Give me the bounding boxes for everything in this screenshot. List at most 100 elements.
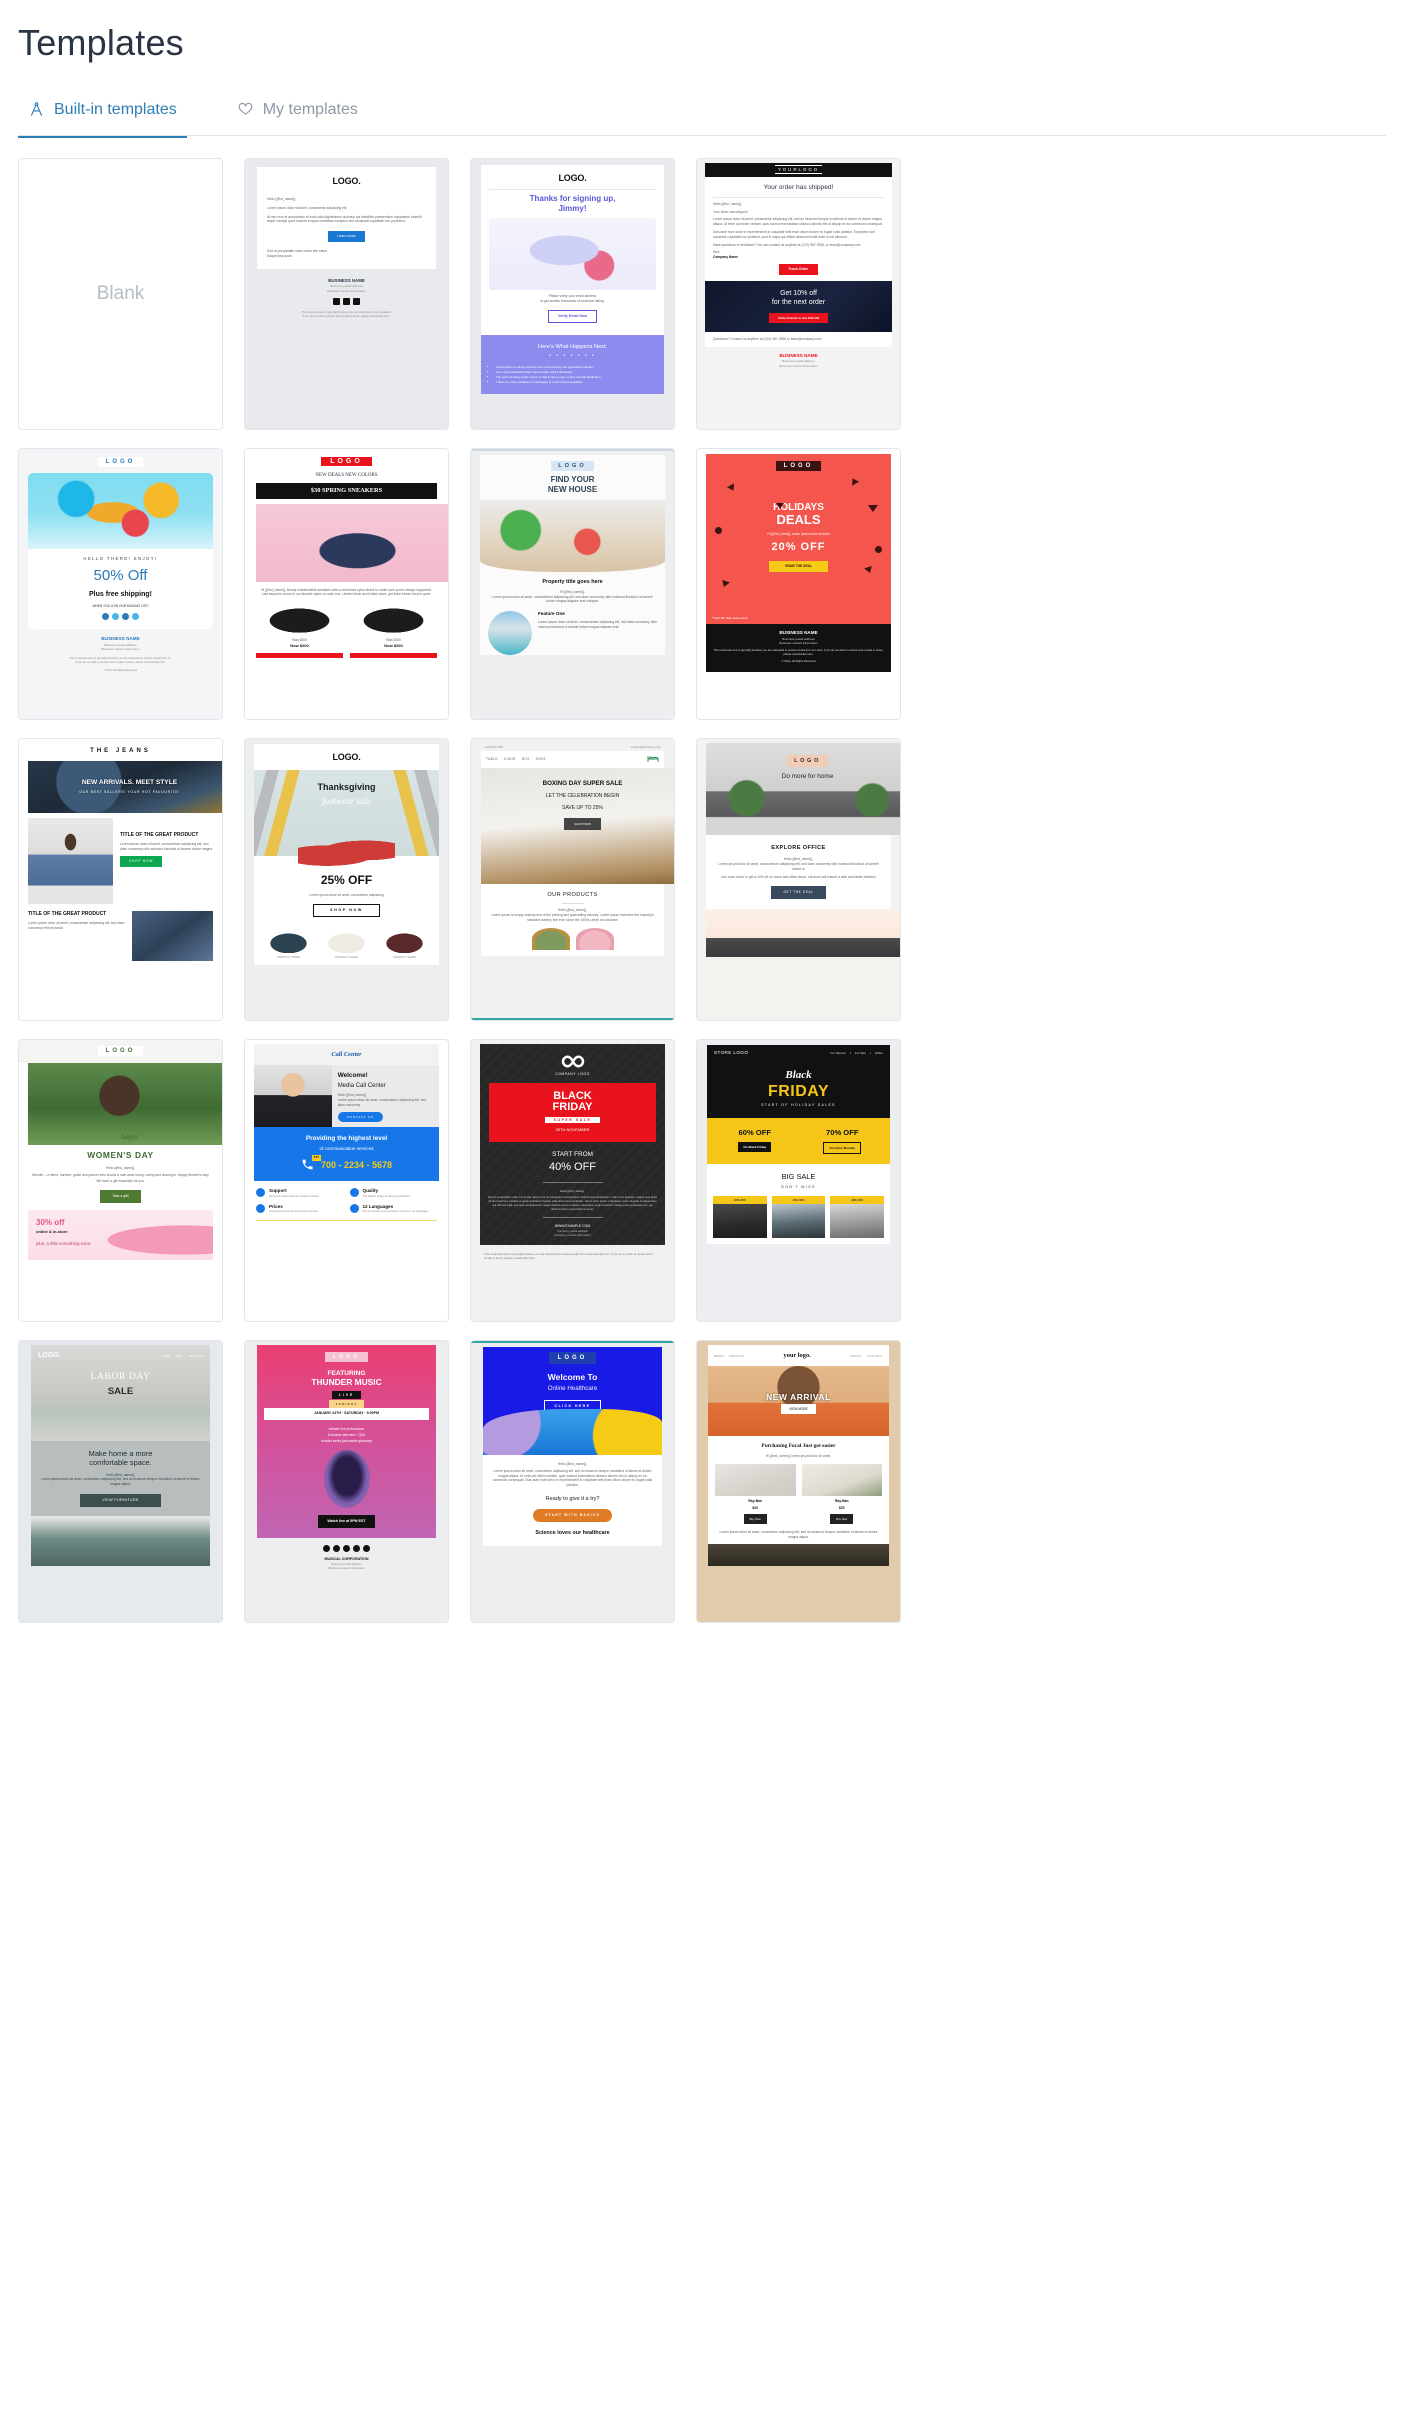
start-with-basics-button[interactable]: START WITH BASICS <box>533 1508 612 1522</box>
template-card-find-new-house[interactable]: LOGO FIND YOUR NEW HOUSE Property title … <box>470 448 675 720</box>
tab-built-in-templates[interactable]: Built-in templates <box>18 94 187 138</box>
footer-text: Lorem ipsum dolor sit amet, consectetur … <box>719 1529 878 1539</box>
nav-item-contact[interactable]: CONTACT <box>867 1354 883 1358</box>
template-card-black-friday-super-sale[interactable]: COMPANY LOGO BLACK FRIDAY SUPER SALE 25T… <box>470 1039 675 1322</box>
contact-us-button[interactable]: CONTACT US <box>337 1111 383 1122</box>
buy-now-button[interactable]: Buy Now <box>830 1513 854 1524</box>
bed-icon <box>647 754 659 765</box>
template-card-new-arrival-eyewear[interactable]: NEWS SERVICE your logo. ABOUT CONTACT NE… <box>696 1340 901 1623</box>
verify-email-button[interactable]: Verify Email Now <box>548 309 597 323</box>
template-card-do-more-for-home[interactable]: LOGO Do more for home EXPLORE OFFICE Hel… <box>696 738 901 1021</box>
youtube-icon <box>363 1545 370 1553</box>
decorative-dot <box>874 545 882 553</box>
social-links[interactable] <box>245 1545 448 1553</box>
linkedin-icon <box>122 613 129 621</box>
nav-item-for-men[interactable]: For Men <box>855 1051 866 1055</box>
nav-item-box[interactable]: BOX <box>522 757 530 762</box>
on-black-friday-button[interactable]: On Black Friday <box>738 1141 772 1152</box>
nav-item-service[interactable]: SERVICE <box>729 1354 744 1358</box>
body-text-1: Women – a friend, nurturer, guide and pa… <box>32 1172 209 1177</box>
nav-item-news[interactable]: NEWS <box>714 1354 724 1358</box>
shop-now-button[interactable]: SHOP NOW <box>313 904 380 918</box>
logo: YOURLOGO <box>774 165 823 174</box>
nav-item-home[interactable]: HOME <box>161 1354 169 1358</box>
logo: LOGO <box>97 1046 144 1056</box>
learn-more-button[interactable]: Learn more <box>328 231 365 243</box>
product-cta-bar[interactable] <box>256 652 343 658</box>
template-card-spring-sneakers[interactable]: LOGO NEW DEALS NEW COLORS $30 SPRING SNE… <box>244 448 449 720</box>
view-furniture-button[interactable]: VIEW FURNITURE <box>80 1493 161 1507</box>
template-card-womens-day[interactable]: LOGO happy WOMEN'S DAY Hello {{first_nam… <box>18 1039 223 1322</box>
nav-item-about[interactable]: ABOUT <box>850 1354 862 1358</box>
footer-image <box>708 1544 889 1567</box>
offer-sub: Plus free shipping! <box>88 590 152 598</box>
hero-line-1: LABOR DAY <box>90 1371 151 1383</box>
business-contact: Company contact information <box>554 1233 591 1238</box>
date: 25TH NOVEMBER <box>555 1126 590 1132</box>
watch-live-button[interactable]: Watch live at 5PM EST <box>318 1514 375 1529</box>
body-text: Lorem ipsum dolor sit amet, consectetur … <box>309 893 384 898</box>
template-card-holidays-deals[interactable]: LOGO HOLIDAYS DEALS Hi {{first_name}}, l… <box>696 448 901 720</box>
view-more-button[interactable]: VIEW MORE <box>781 1403 816 1414</box>
product-name: Ray-Ban <box>834 1498 849 1503</box>
template-card-labor-day-sale[interactable]: LOGO. HOME VIEW ABOUT US LABOR DAY SALE <box>18 1340 223 1623</box>
nav-item-about-us[interactable]: ABOUT US <box>189 1354 203 1358</box>
nav-item-table[interactable]: TABLE <box>486 757 498 762</box>
template-card-blank[interactable]: Blank <box>18 158 223 430</box>
nav-item-for-women[interactable]: For Women <box>831 1051 847 1055</box>
on-cyber-monday-button[interactable]: On Cyber Monday <box>823 1141 862 1154</box>
nav-item-sofa[interactable]: SOFA <box>536 757 546 762</box>
track-order-button[interactable]: Track Order <box>779 263 818 276</box>
social-links[interactable] <box>257 297 436 305</box>
templates-grid: Blank LOGO. Hello {{first_name}}, Lorem … <box>0 136 1404 1623</box>
body-text-2: Use code xxxxx to get a 10% off on home … <box>721 875 876 880</box>
grab-the-deal-button[interactable]: GRAB THE DEAL <box>768 561 829 573</box>
quality-icon <box>349 1188 359 1198</box>
template-card-mailbox-promo[interactable]: LOGO HELLO THERE! ENJOY! 50% Off Plus fr… <box>18 448 223 720</box>
headline-line-1: FIND YOUR <box>550 475 595 485</box>
shop-now-button[interactable]: SHOP NOW <box>564 817 601 831</box>
headline-line-1: Thanks for signing up, <box>529 194 616 204</box>
social-links[interactable] <box>34 613 207 621</box>
template-card-the-jeans[interactable]: THE JEANS NEW ARRIVALS. MEET STYLE OUR B… <box>18 738 223 1021</box>
hero-subhead: footwear sale <box>322 796 371 807</box>
shop-now-button[interactable]: SHOP NOW <box>120 856 163 868</box>
get-the-deal-button[interactable]: GET THE DEAL <box>771 886 826 899</box>
offer: 20% OFF <box>771 541 826 554</box>
phone-number: 700 - 2234 - 5678 <box>320 1160 393 1171</box>
take-a-gift-button[interactable]: Take a gift! <box>100 1190 141 1204</box>
template-card-signup-confirmation[interactable]: LOGO. Thanks for signing up, Jimmy! Plea… <box>470 158 675 430</box>
greeting: Hello {{first_name}}, <box>560 1188 585 1193</box>
nav-item-view[interactable]: VIEW <box>176 1354 183 1358</box>
discount-badge: 40% OFF <box>713 1195 767 1204</box>
template-card-online-healthcare[interactable]: LOGO Welcome To Online Healthcare CLICK … <box>470 1340 675 1623</box>
hero-headline: BOXING DAY SUPER SALE <box>542 780 623 788</box>
tab-my-templates[interactable]: My templates <box>227 94 368 137</box>
decorative-triangle <box>863 565 874 575</box>
nav-item-offers[interactable]: Offers <box>875 1051 883 1055</box>
product-cta-bar[interactable] <box>350 652 437 658</box>
linkedin-icon <box>353 297 360 305</box>
template-card-boxing-day-sale[interactable]: +123-456-789 contact@furniture.com TABLE… <box>470 738 675 1021</box>
template-card-basic-newsletter[interactable]: LOGO. Hello {{first_name}}, Lorem ipsum … <box>244 158 449 430</box>
invite-friends-button[interactable]: Invite Friends to Get 10% Off <box>768 312 828 323</box>
template-card-black-friday-store[interactable]: STORE LOGO For Women | For Men | Offers Bl… <box>696 1039 901 1322</box>
ribbon-label: SUPER SALE <box>544 1117 601 1124</box>
template-card-order-shipped[interactable]: YOURLOGO Your order has shipped! Hello {… <box>696 158 901 430</box>
dot-divider: • • • • • • • <box>549 352 596 359</box>
template-card-thanksgiving-footwear[interactable]: LOGO. Thanksgiving footwear sale 25% OFF… <box>244 738 449 1021</box>
logo: STORE LOGO <box>714 1050 749 1055</box>
section-title: EXPLORE OFFICE <box>771 845 826 851</box>
business-contact: Business contact information <box>327 288 366 293</box>
performer-photo <box>323 1449 370 1508</box>
template-card-thunder-music[interactable]: LOGO FEATURING THUNDER MUSIC LIVE TONIGH… <box>244 1340 449 1623</box>
hero-line-1: Black <box>785 1068 812 1081</box>
hero-subhead: OUR BEST SELLERS! YOUR HOT FAVOURITE! <box>79 789 180 794</box>
footer-line-2: If you do not wish to receive such email… <box>302 314 391 318</box>
buy-now-button[interactable]: Buy Now <box>743 1513 767 1524</box>
nav-item-chair[interactable]: CHAIR <box>504 757 516 762</box>
hero-line-3: START OF HOLIDAY SALES <box>761 1102 836 1107</box>
copyright: © 20xx All Rights Reserved <box>104 668 137 672</box>
template-card-media-call-center[interactable]: Call Center Welcome! Media Call Center H… <box>244 1039 449 1322</box>
mailbox-illustration <box>28 472 213 549</box>
